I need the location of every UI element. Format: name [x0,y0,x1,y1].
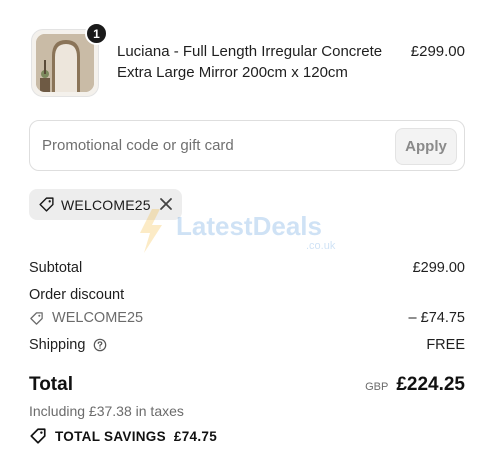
promo-code-input[interactable] [31,122,391,169]
tag-icon [29,311,44,326]
savings-value: £74.75 [173,428,218,444]
discount-code: WELCOME25 [52,310,144,326]
applied-code-chip: WELCOME25 [29,189,182,220]
tag-icon [38,196,55,213]
currency-code: GBP [365,381,389,393]
applied-code-label: WELCOME25 [61,196,151,213]
subtotal-value: £299.00 [412,260,465,276]
promo-code-field: Apply [29,120,465,171]
mirror-product-image [36,34,94,92]
close-icon[interactable] [157,195,175,213]
shipping-row: Shipping FREE [29,337,465,353]
product-thumbnail: 1 [31,22,108,97]
line-item: 1 Luciana - Full Length Irregular Concre… [29,22,465,97]
savings-label: TOTAL SAVINGS [55,428,166,444]
total-label: Total [29,374,73,395]
tag-icon [29,427,47,445]
shipping-label: Shipping [29,337,86,353]
taxes-note: Including £37.38 in taxes [29,403,184,419]
discount-code-row: WELCOME25 – £74.75 [29,310,465,326]
subtotal-row: Subtotal £299.00 [29,260,465,276]
subtotal-label: Subtotal [29,260,83,276]
svg-text:LatestDeals: LatestDeals [176,211,322,241]
product-price: £299.00 [410,43,465,60]
discount-value: – £74.75 [408,310,465,326]
apply-button[interactable]: Apply [395,128,457,165]
shipping-value: FREE [426,337,465,353]
svg-text:.co.uk: .co.uk [306,240,336,252]
total-savings: TOTAL SAVINGS £74.75 [29,427,217,445]
discount-label: Order discount [29,287,125,303]
discount-row: Order discount [29,287,465,303]
total-amount: £224.25 [396,374,465,395]
quantity-badge: 1 [85,22,108,45]
help-icon[interactable] [93,338,107,352]
product-name: Luciana - Full Length Irregular Concrete… [117,43,383,81]
total-amount-group: GBP £224.25 [365,374,465,396]
